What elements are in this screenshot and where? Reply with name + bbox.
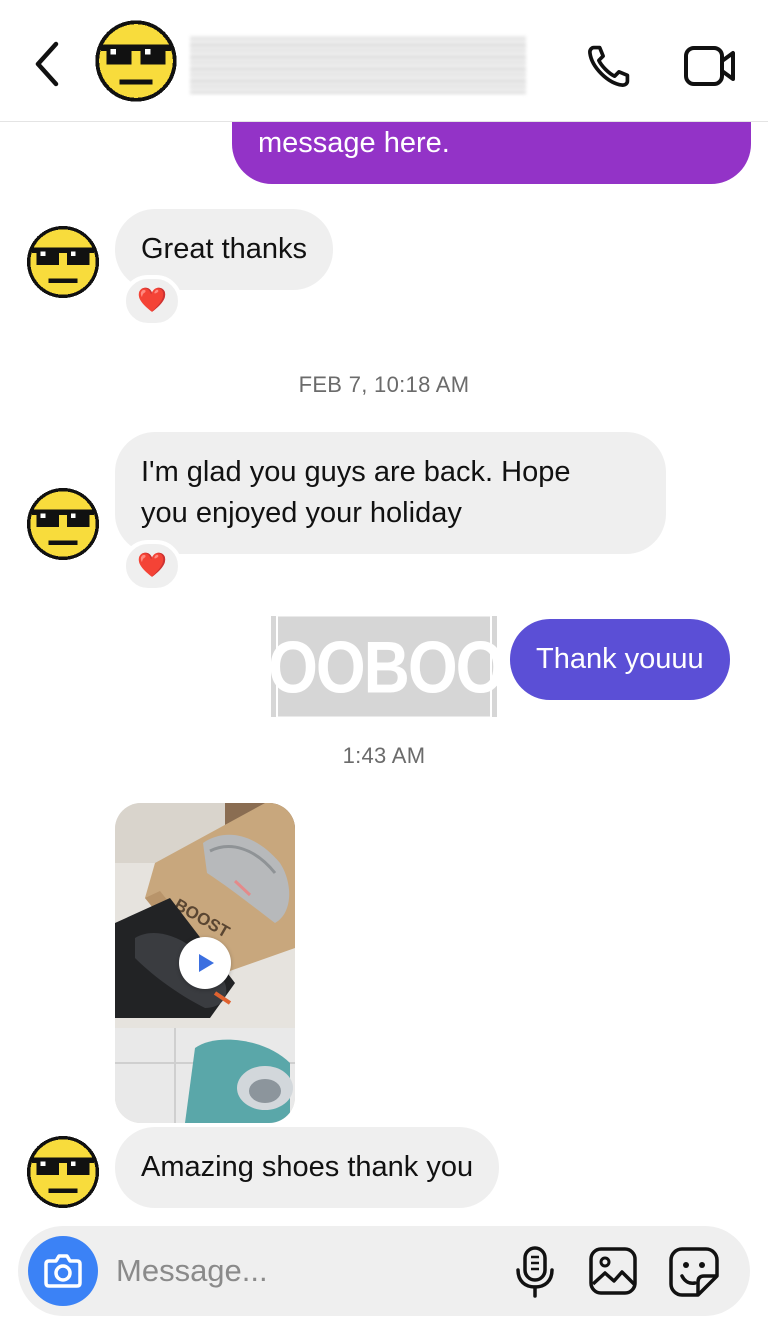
message-text: Thank youuu xyxy=(536,643,704,675)
heart-icon: ❤️ xyxy=(137,552,167,579)
incoming-message[interactable]: Amazing shoes thank you xyxy=(115,1127,500,1208)
play-button[interactable] xyxy=(179,937,231,989)
contact-avatar-small[interactable] xyxy=(24,485,102,563)
phone-icon[interactable] xyxy=(583,40,635,92)
message-text-line: I'm glad you guys are back. Hope xyxy=(141,456,571,488)
watermark-text: BOOBOOX xyxy=(223,625,546,708)
camera-button[interactable] xyxy=(28,1236,98,1306)
gallery-icon[interactable] xyxy=(588,1246,638,1296)
outgoing-message[interactable]: Thank youuu xyxy=(510,619,730,700)
play-icon xyxy=(199,954,214,972)
message-text: Amazing shoes thank you xyxy=(141,1151,474,1183)
back-chevron-icon[interactable] xyxy=(28,38,68,90)
contact-avatar-small[interactable] xyxy=(24,1133,102,1211)
heart-reaction[interactable]: ❤️ xyxy=(122,275,182,327)
message-text: Great thanks xyxy=(141,233,308,265)
watermark-logo: BOOBOOX xyxy=(224,614,546,719)
incoming-message[interactable]: I'm glad you guys are back. Hope you enj… xyxy=(115,432,666,554)
contact-name-blurred[interactable] xyxy=(190,36,526,94)
heart-icon: ❤️ xyxy=(137,287,167,314)
contact-avatar-small[interactable] xyxy=(24,223,102,301)
chat-header xyxy=(0,0,768,122)
timestamp: FEB 7, 10:18 AM xyxy=(298,372,470,397)
video-camera-icon[interactable] xyxy=(683,42,737,90)
message-text: message here. xyxy=(258,127,450,159)
heart-reaction[interactable]: ❤️ xyxy=(122,540,182,592)
sticker-icon[interactable] xyxy=(668,1246,720,1298)
video-message-thumbnail[interactable]: BOOST xyxy=(115,803,295,1123)
message-input[interactable] xyxy=(116,1248,496,1294)
message-composer xyxy=(18,1226,750,1316)
microphone-icon[interactable] xyxy=(514,1245,556,1299)
contact-avatar[interactable] xyxy=(92,17,180,105)
camera-icon xyxy=(44,1254,82,1288)
timestamp: 1:43 AM xyxy=(342,743,426,768)
message-text-line: you enjoyed your holiday xyxy=(141,497,462,529)
